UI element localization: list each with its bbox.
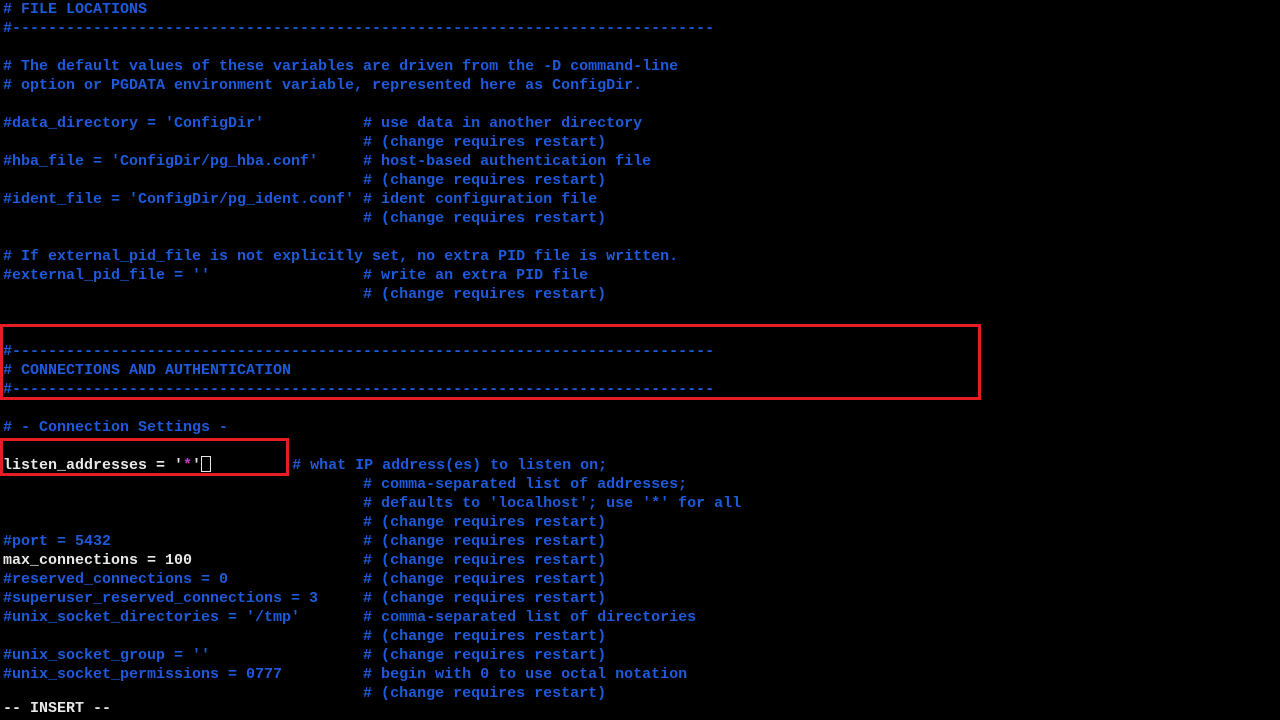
setting-value: * xyxy=(183,457,192,474)
config-line: #data_directory = 'ConfigDir' # use data… xyxy=(3,114,1280,133)
config-line: # (change requires restart) xyxy=(3,209,1280,228)
config-line: #external_pid_file = '' # write an extra… xyxy=(3,266,1280,285)
config-line: # comma-separated list of addresses; xyxy=(3,475,1280,494)
config-line: # (change requires restart) xyxy=(3,285,1280,304)
config-line: #---------------------------------------… xyxy=(3,380,1280,399)
config-line xyxy=(3,38,1280,57)
section-header-connections: # CONNECTIONS AND AUTHENTICATION xyxy=(3,361,1280,380)
config-line xyxy=(3,437,1280,456)
config-line xyxy=(3,228,1280,247)
config-line xyxy=(3,323,1280,342)
setting-key: listen_addresses = ' xyxy=(3,457,183,474)
cursor-icon xyxy=(201,456,211,472)
config-line: # (change requires restart) xyxy=(3,684,1280,703)
config-line: #---------------------------------------… xyxy=(3,342,1280,361)
config-line: #hba_file = 'ConfigDir/pg_hba.conf' # ho… xyxy=(3,152,1280,171)
editor-content[interactable]: # FILE LOCATIONS #----------------------… xyxy=(0,0,1280,703)
config-line: # defaults to 'localhost'; use '*' for a… xyxy=(3,494,1280,513)
config-line: #ident_file = 'ConfigDir/pg_ident.conf' … xyxy=(3,190,1280,209)
config-line xyxy=(3,304,1280,323)
config-line xyxy=(3,399,1280,418)
config-line: #unix_socket_directories = '/tmp' # comm… xyxy=(3,608,1280,627)
config-line: # FILE LOCATIONS xyxy=(3,0,1280,19)
setting-comment: # (change requires restart) xyxy=(192,552,606,569)
config-line: # (change requires restart) xyxy=(3,133,1280,152)
config-line: # (change requires restart) xyxy=(3,171,1280,190)
config-line: # option or PGDATA environment variable,… xyxy=(3,76,1280,95)
setting-active: max_connections = 100 xyxy=(3,552,192,569)
max-connections-line: max_connections = 100 # (change requires… xyxy=(3,551,1280,570)
config-line: #port = 5432 # (change requires restart) xyxy=(3,532,1280,551)
config-line: # (change requires restart) xyxy=(3,513,1280,532)
config-line: # (change requires restart) xyxy=(3,627,1280,646)
vim-mode-status: -- INSERT -- xyxy=(3,699,111,718)
config-line: # - Connection Settings - xyxy=(3,418,1280,437)
listen-addresses-line: listen_addresses = '*' # what IP address… xyxy=(3,456,1280,475)
setting-comment: # what IP address(es) to listen on; xyxy=(211,457,607,474)
config-line xyxy=(3,95,1280,114)
config-line: #reserved_connections = 0 # (change requ… xyxy=(3,570,1280,589)
config-line: # If external_pid_file is not explicitly… xyxy=(3,247,1280,266)
config-line: #---------------------------------------… xyxy=(3,19,1280,38)
config-line: #unix_socket_permissions = 0777 # begin … xyxy=(3,665,1280,684)
config-line: # The default values of these variables … xyxy=(3,57,1280,76)
config-line: #superuser_reserved_connections = 3 # (c… xyxy=(3,589,1280,608)
setting-quote: ' xyxy=(192,457,201,474)
config-line: #unix_socket_group = '' # (change requir… xyxy=(3,646,1280,665)
